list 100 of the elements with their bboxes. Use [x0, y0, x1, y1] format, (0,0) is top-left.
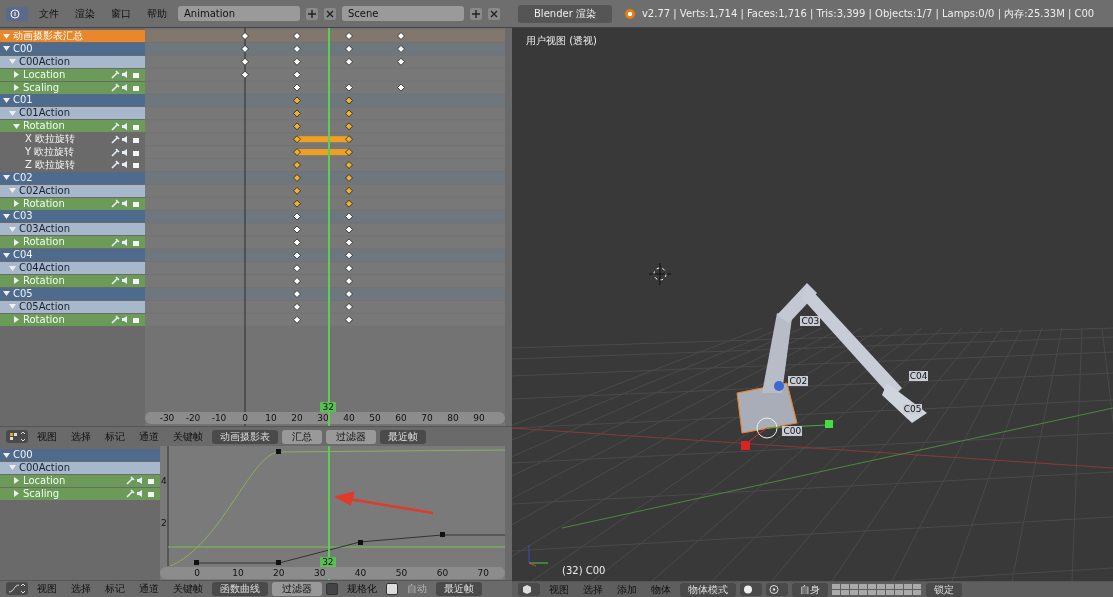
expand-icon[interactable] [13, 200, 20, 208]
snap-dropdown[interactable]: 最近帧 [436, 581, 482, 596]
crosshair-icon[interactable] [649, 263, 671, 285]
channel-row[interactable]: Rotation [0, 197, 145, 210]
snap-dropdown[interactable]: 最近帧 [380, 429, 426, 444]
auto-checkbox[interactable] [386, 582, 398, 595]
channel-row[interactable]: Rotation [0, 236, 145, 249]
curve-icon[interactable] [6, 582, 28, 595]
close-icon[interactable] [488, 7, 500, 20]
mode-dropdown[interactable]: 物体模式 [680, 582, 736, 597]
layout-field[interactable]: Animation [178, 6, 300, 21]
collapse-icon[interactable] [3, 451, 10, 459]
menu-item[interactable]: 视图 [32, 581, 62, 596]
channel-row[interactable]: Scaling [0, 487, 160, 500]
summary-button[interactable]: 汇总 [282, 429, 322, 444]
channel-row[interactable]: C03Action [0, 223, 145, 236]
channel-label: Z 欧拉旋转 [25, 158, 77, 171]
menu-item[interactable]: 通道 [134, 429, 164, 444]
expand-icon[interactable] [13, 277, 20, 285]
collapse-icon[interactable] [3, 212, 10, 220]
channel-row[interactable]: C04 [0, 249, 145, 262]
add-icon[interactable] [306, 7, 318, 20]
menu-item[interactable]: 选择 [66, 581, 96, 596]
menu-item[interactable]: 帮助 [142, 6, 172, 21]
object-label: C04 [908, 370, 929, 381]
menu-item[interactable]: 关键帧 [168, 429, 208, 444]
add-icon[interactable] [470, 7, 482, 20]
channel-label: Y 欧拉旋转 [25, 146, 76, 158]
object-label: C03 [800, 315, 821, 326]
menu-item[interactable]: 选择 [66, 429, 96, 444]
channel-label: C02Action [19, 184, 72, 197]
filter-button[interactable]: 过滤器 [326, 429, 376, 444]
orientation-dropdown[interactable]: 自身 [792, 582, 828, 597]
collapse-icon[interactable] [3, 251, 10, 259]
render-engine-dropdown[interactable]: Blender 渲染 [518, 4, 612, 23]
expand-icon[interactable] [13, 71, 20, 79]
channel-label: C00Action [19, 55, 72, 68]
scene-field[interactable]: Scene [342, 6, 464, 21]
channel-row[interactable]: Scaling [0, 81, 145, 94]
lock-dropdown[interactable]: 锁定 [926, 582, 962, 597]
menu-item[interactable]: 标记 [100, 581, 130, 596]
expand-icon[interactable] [13, 490, 20, 498]
collapse-icon[interactable] [3, 174, 10, 182]
close-icon[interactable] [324, 7, 336, 20]
collapse-icon[interactable] [3, 45, 10, 53]
menu-item[interactable]: 文件 [34, 6, 64, 21]
menu-item[interactable]: 关键帧 [168, 581, 208, 596]
normalize-checkbox[interactable] [326, 582, 338, 595]
menu-item[interactable]: 视图 [544, 582, 574, 597]
menu-item[interactable]: 渲染 [70, 6, 100, 21]
expand-icon[interactable] [13, 84, 20, 92]
channel-row[interactable]: C02 [0, 171, 145, 184]
expand-icon[interactable] [13, 477, 20, 485]
collapse-icon[interactable] [3, 32, 10, 40]
channel-label: Location [23, 474, 67, 487]
keyframe-markers[interactable] [241, 32, 405, 324]
collapse-icon[interactable] [3, 290, 10, 298]
menu-item[interactable]: 视图 [32, 429, 62, 444]
collapse-icon[interactable] [3, 96, 10, 104]
channel-row[interactable]: Rotation [0, 120, 145, 133]
pivot-icon[interactable] [766, 583, 788, 596]
channel-row[interactable]: C05Action [0, 300, 145, 313]
filter-button[interactable]: 过滤器 [272, 581, 322, 596]
channel-row[interactable]: C01 [0, 94, 145, 107]
mode-dropdown[interactable]: 函数曲线 [212, 581, 268, 596]
object-label: C00 [782, 426, 803, 437]
menu-item[interactable]: 标记 [100, 429, 130, 444]
channel-row[interactable]: C00 [0, 42, 145, 55]
ruler-label: 40 [353, 567, 368, 579]
channel-row[interactable]: C02Action [0, 184, 145, 197]
editor-type-icon[interactable] [6, 430, 28, 443]
channel-row[interactable]: Rotation [0, 274, 145, 287]
channel-label: C00 [13, 42, 34, 55]
channel-row[interactable]: C00 [0, 449, 160, 461]
menu-item[interactable]: 添加 [612, 582, 642, 597]
channel-row[interactable]: C00Action [0, 461, 160, 474]
cube-icon[interactable] [518, 583, 540, 596]
channel-row[interactable]: C03 [0, 210, 145, 223]
channel-row[interactable]: Rotation [0, 313, 145, 326]
expand-icon[interactable] [13, 238, 20, 246]
channel-row[interactable]: Location [0, 68, 145, 81]
axis-label: 2 [161, 518, 167, 528]
ruler-label: 50 [394, 567, 409, 579]
menu-item[interactable]: 通道 [134, 581, 164, 596]
view-title: 用户视图 (透视) [526, 34, 597, 48]
channel-row[interactable]: C05 [0, 287, 145, 300]
collapse-icon[interactable] [13, 122, 20, 130]
expand-icon[interactable] [13, 316, 20, 324]
channel-row[interactable]: C01Action [0, 107, 145, 120]
info-icon[interactable] [6, 6, 28, 21]
mode-dropdown[interactable]: 动画摄影表 [212, 429, 278, 444]
channel-row[interactable]: Location [0, 474, 160, 487]
channel-label: C03Action [19, 223, 72, 236]
menu-item[interactable]: 选择 [578, 582, 608, 597]
menu-item[interactable]: 窗口 [106, 6, 136, 21]
channel-label: Rotation [23, 120, 66, 133]
channel-row[interactable]: C00Action [0, 55, 145, 68]
menu-item[interactable]: 物体 [646, 582, 676, 597]
channel-row[interactable]: C04Action [0, 262, 145, 275]
layers-icon[interactable] [832, 584, 922, 595]
